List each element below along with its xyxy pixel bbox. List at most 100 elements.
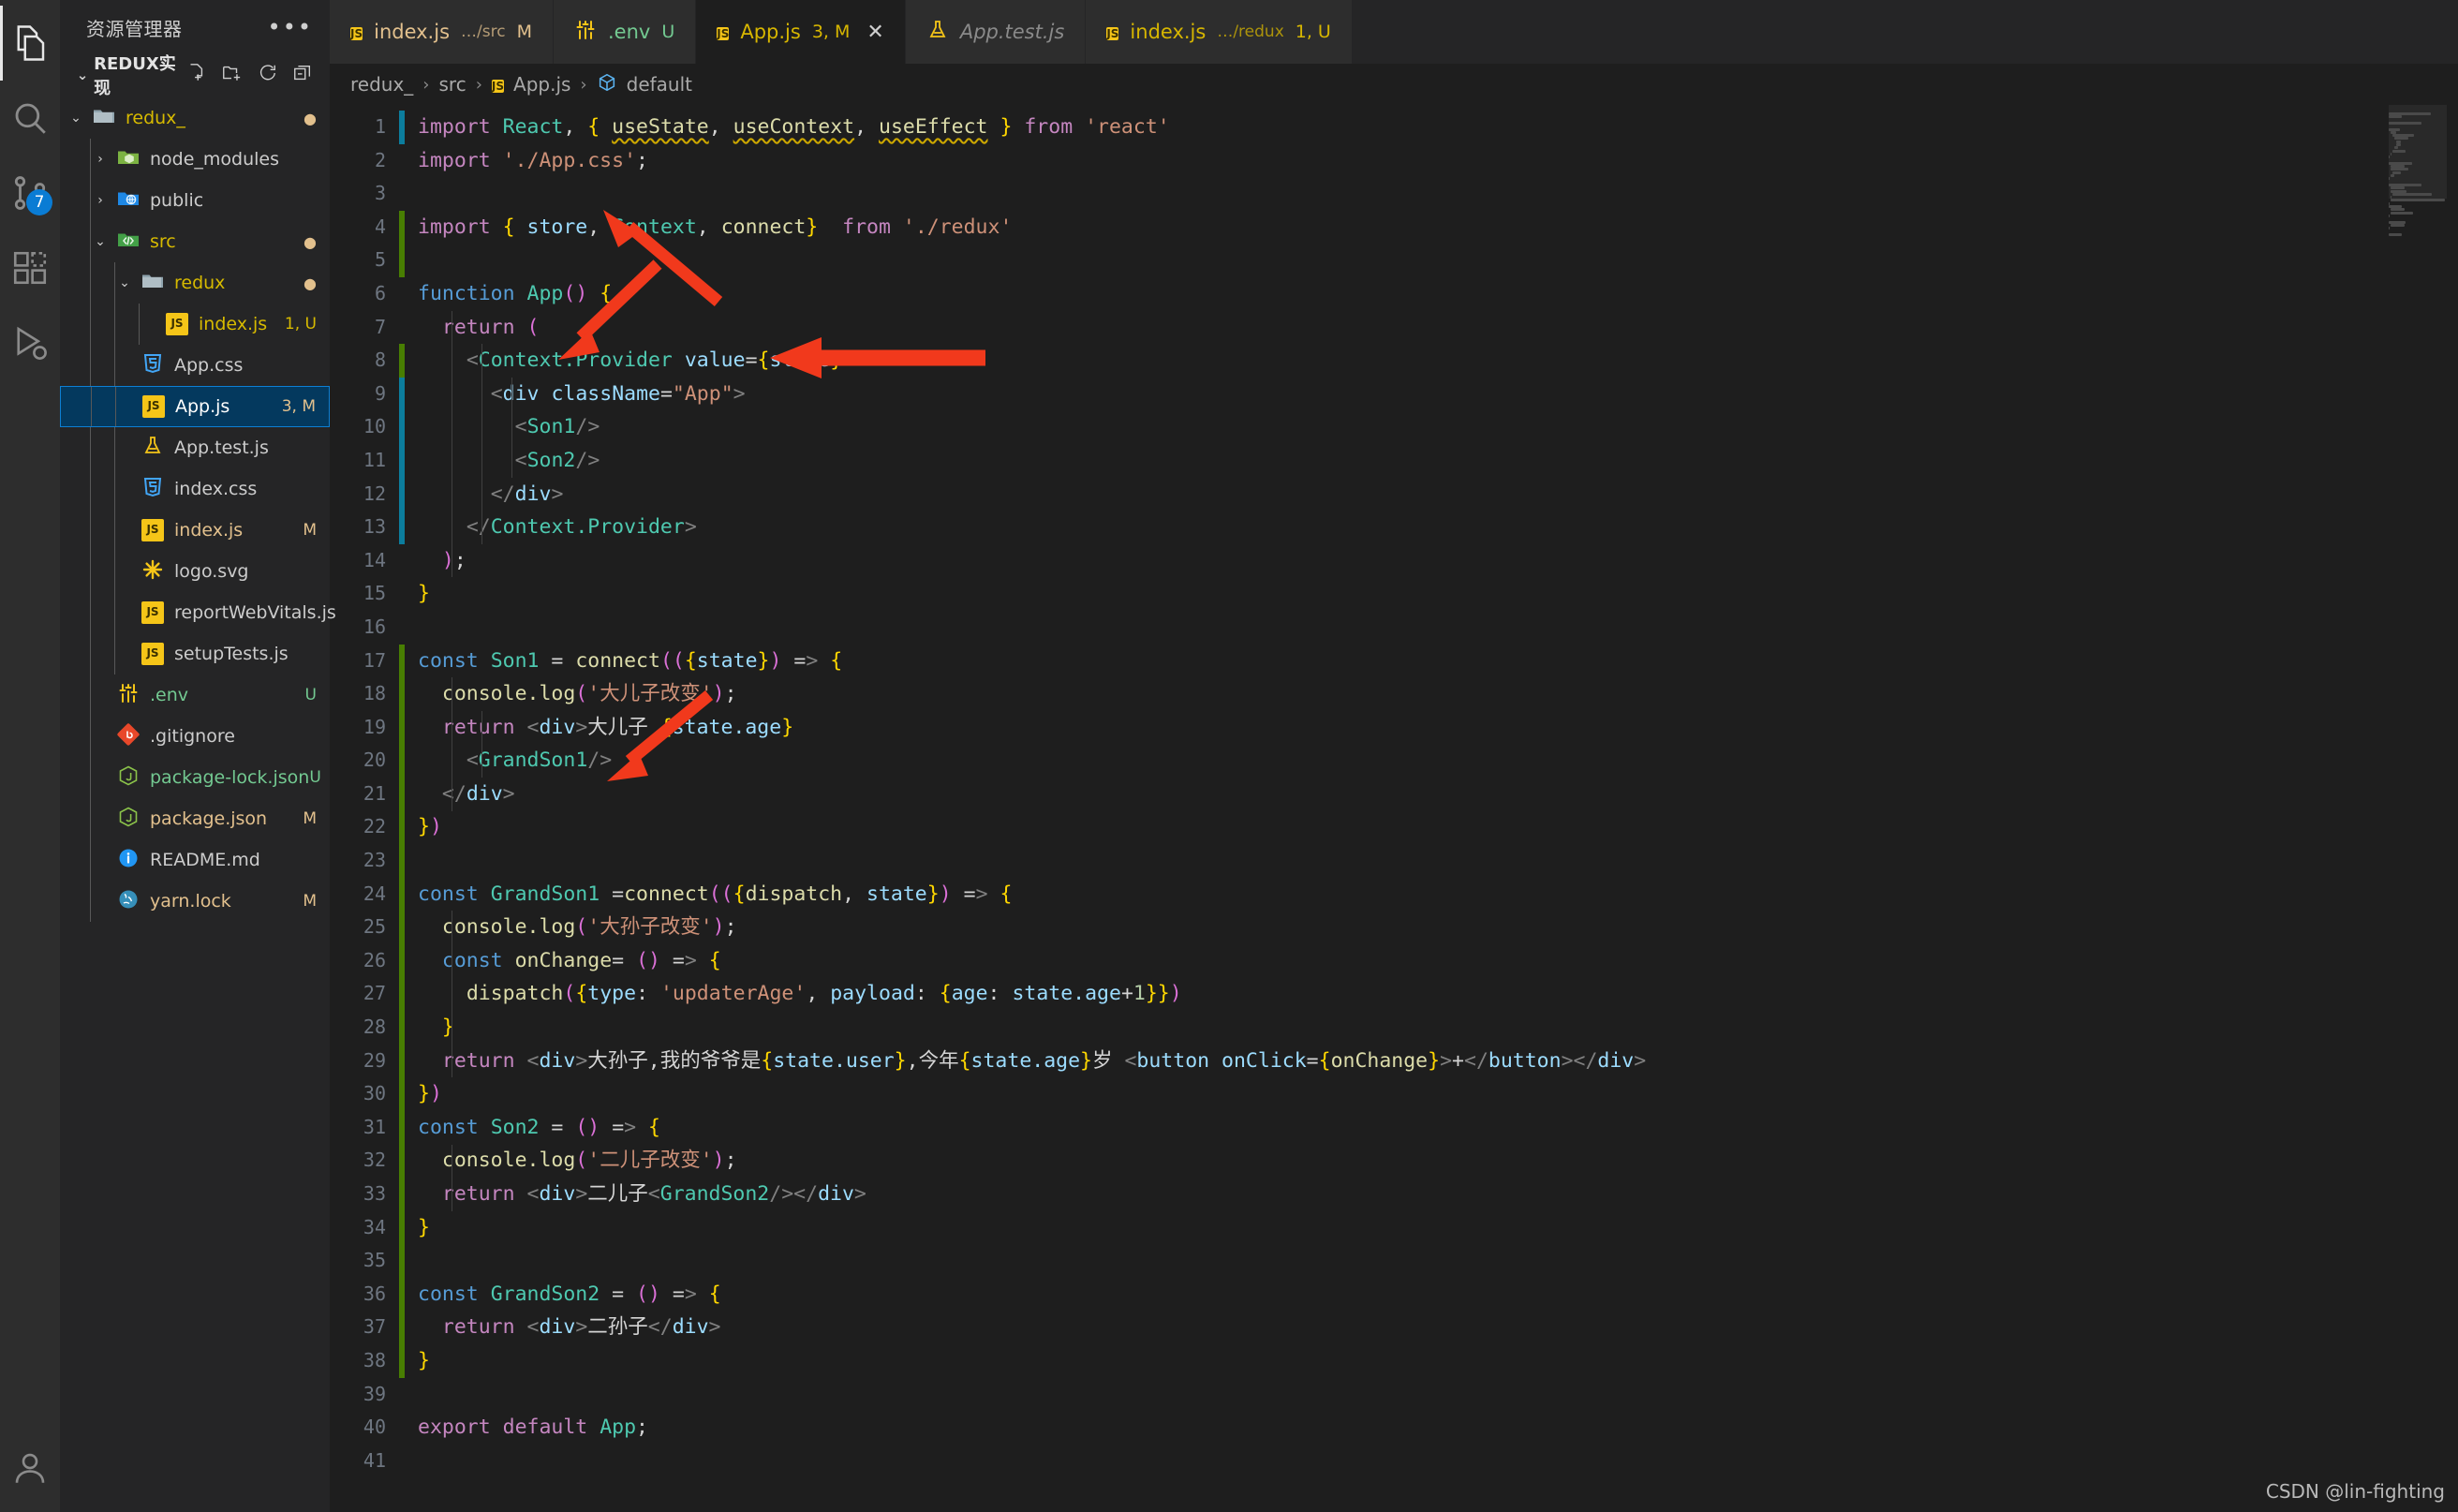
editor-tab[interactable]: JS index.js …/redux 1, U (1086, 0, 1353, 64)
activity-item-source-control[interactable]: 7 (0, 156, 60, 230)
chevron-right-icon[interactable]: › (88, 193, 112, 208)
code-line[interactable]: <Context.Provider value={store}> (418, 344, 2458, 378)
code-line[interactable] (418, 1244, 2458, 1278)
code-line[interactable]: const GrandSon2 = () => { (418, 1278, 2458, 1312)
file-tree[interactable]: ⌄ redux_ ● › node_modules › public ⌄ src ● ⌄ redux ●… (60, 96, 336, 922)
editor-tab[interactable]: .env U (553, 0, 697, 64)
code-line[interactable]: dispatch({type: 'updaterAge', payload: {… (418, 977, 2458, 1011)
code-editor[interactable]: 1 2 3 4 5 6 7 8 9 10 11 12 13 14 15 16 17 18 19 20 21 22 23 24 2… (330, 105, 2458, 1512)
code-line[interactable]: return <div>大孙子,我的爷爷是{state.user},今年{sta… (418, 1045, 2458, 1078)
tree-file-row[interactable]: package.json M (60, 798, 330, 839)
editor-tabs[interactable]: JS index.js …/src M .env U JS App.js 3, M ✕ App.te… (330, 0, 2458, 64)
tree-file-row[interactable]: App.css (60, 345, 330, 386)
tree-file-row[interactable]: logo.svg (60, 551, 330, 592)
code-line[interactable]: return <div>二孙子</div> (418, 1311, 2458, 1344)
code-line[interactable]: }) (418, 810, 2458, 844)
code-line[interactable]: </Context.Provider> (418, 511, 2458, 544)
code-line[interactable]: const onChange= () => { (418, 944, 2458, 978)
chevron-down-icon[interactable]: ⌄ (112, 275, 137, 290)
code-line[interactable]: console.log('大儿子改变'); (418, 677, 2458, 711)
tree-folder-row[interactable]: ⌄ redux ● (60, 262, 330, 304)
breadcrumb[interactable]: redux_ › src › JS App.js › default (330, 64, 2458, 105)
new-folder-icon[interactable] (221, 63, 242, 88)
code-line[interactable]: console.log('二儿子改变'); (418, 1144, 2458, 1178)
tree-file-row[interactable]: JS index.js M (60, 510, 330, 551)
code-line[interactable]: ); (418, 544, 2458, 578)
refresh-icon[interactable] (257, 63, 277, 88)
code-line[interactable]: import { store, Context, connect} from '… (418, 211, 2458, 245)
tree-file-row[interactable]: package-lock.json U (60, 757, 330, 798)
code-line[interactable]: function App() { (418, 277, 2458, 311)
code-line[interactable]: }) (418, 1077, 2458, 1111)
tree-item-label: index.js (174, 520, 244, 541)
editor-tab[interactable]: JS App.js 3, M ✕ (696, 0, 906, 64)
code-line[interactable]: } (418, 577, 2458, 611)
code-line[interactable]: } (418, 1344, 2458, 1378)
breadcrumb-item[interactable]: redux_ (350, 73, 413, 96)
code-line[interactable]: </div> (418, 778, 2458, 811)
chevron-down-icon[interactable]: ⌄ (64, 111, 88, 126)
tree-file-row[interactable]: JS index.js 1, U (60, 304, 330, 345)
code-line[interactable] (418, 1378, 2458, 1412)
code-content[interactable]: import React, { useState, useContext, us… (405, 105, 2458, 1512)
project-section-header[interactable]: ⌄ REDUX实现 (60, 54, 330, 98)
activity-item-search[interactable] (0, 81, 60, 156)
code-line[interactable] (418, 244, 2458, 277)
breadcrumb-item[interactable]: default (627, 73, 692, 96)
chevron-right-icon[interactable]: › (88, 152, 112, 167)
editor-tab[interactable]: App.test.js (905, 0, 1087, 64)
breadcrumb-item[interactable]: src (439, 73, 466, 96)
collapse-all-icon[interactable] (292, 63, 313, 88)
activity-item-run-and-debug[interactable] (0, 305, 60, 380)
close-icon[interactable]: ✕ (866, 21, 883, 44)
code-line[interactable]: return <div>大儿子 {state.age} (418, 711, 2458, 745)
tree-file-row[interactable]: .env U (60, 674, 330, 716)
tree-file-row[interactable]: JS setupTests.js (60, 633, 330, 674)
code-line[interactable]: } (418, 1211, 2458, 1245)
code-line[interactable] (418, 1445, 2458, 1478)
code-line[interactable]: const Son2 = () => { (418, 1111, 2458, 1145)
code-line[interactable]: const GrandSon1 =connect(({dispatch, sta… (418, 878, 2458, 912)
tree-file-row[interactable]: .gitignore (60, 716, 330, 757)
code-line[interactable]: <GrandSon1/> (418, 744, 2458, 778)
code-line[interactable] (418, 611, 2458, 645)
tree-file-row[interactable]: yarn.lock M (60, 881, 330, 922)
code-line[interactable]: const Son1 = connect(({state}) => { (418, 645, 2458, 678)
code-line[interactable]: </div> (418, 478, 2458, 511)
tree-file-row[interactable]: App.test.js (60, 427, 330, 468)
code-line[interactable]: <Son2/> (418, 444, 2458, 478)
indent-guide (114, 633, 115, 674)
code-line[interactable] (418, 844, 2458, 878)
tree-folder-row[interactable]: ⌄ src ● (60, 221, 330, 262)
line-number: 21 (363, 781, 386, 805)
breadcrumb-item[interactable]: App.js (513, 73, 570, 96)
code-line[interactable]: return <div>二儿子<GrandSon2/></div> (418, 1178, 2458, 1211)
new-file-icon[interactable] (185, 63, 206, 88)
tree-file-row[interactable]: index.css (60, 468, 330, 510)
activity-item-accounts[interactable] (0, 1437, 60, 1512)
code-line[interactable]: import React, { useState, useContext, us… (418, 111, 2458, 144)
editor-tab[interactable]: JS index.js …/src M (330, 0, 554, 64)
tree-folder-row[interactable]: ⌄ redux_ ● (60, 97, 330, 139)
code-line[interactable]: export default App; (418, 1411, 2458, 1445)
code-line[interactable]: console.log('大孙子改变'); (418, 911, 2458, 944)
tree-file-row[interactable]: JS App.js 3, M (60, 386, 330, 427)
js-icon: JS (1106, 27, 1119, 40)
tree-folder-row[interactable]: › node_modules (60, 139, 330, 180)
code-line[interactable]: <Son1/> (418, 410, 2458, 444)
code-line[interactable] (418, 177, 2458, 211)
explorer-more-actions-icon[interactable]: ••• (268, 16, 313, 38)
chevron-down-icon[interactable]: ⌄ (71, 67, 94, 83)
breadcrumb-file-icon: JS (491, 72, 505, 96)
tree-folder-row[interactable]: › public (60, 180, 330, 221)
tree-file-row[interactable]: README.md (60, 839, 330, 881)
code-line[interactable]: } (418, 1011, 2458, 1045)
code-line[interactable]: <div className="App"> (418, 378, 2458, 411)
line-number: 19 (363, 715, 386, 738)
tree-file-row[interactable]: JS reportWebVitals.js (60, 592, 336, 633)
activity-item-explorer[interactable] (0, 6, 60, 81)
chevron-down-icon[interactable]: ⌄ (88, 234, 112, 249)
code-line[interactable]: import './App.css'; (418, 144, 2458, 178)
code-line[interactable]: return ( (418, 311, 2458, 345)
activity-item-extensions[interactable] (0, 230, 60, 305)
